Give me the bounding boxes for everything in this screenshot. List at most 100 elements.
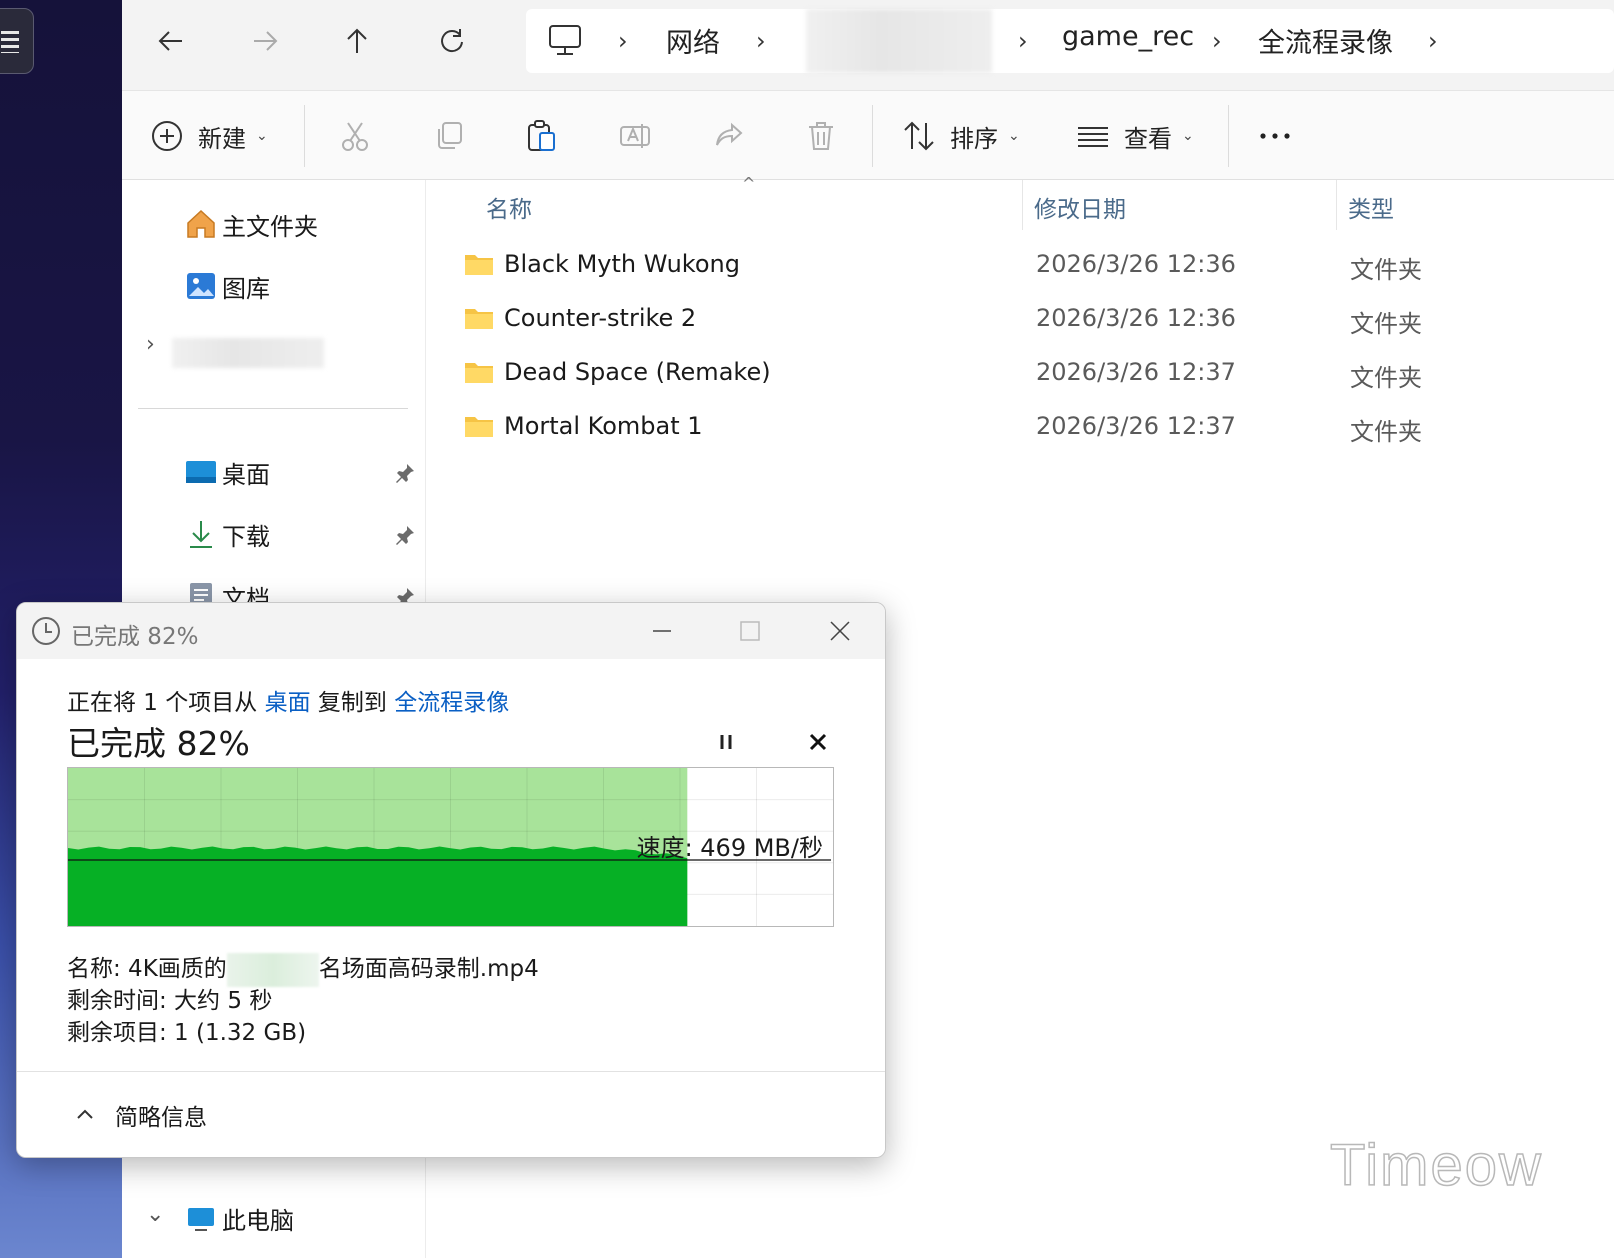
sidebar-label: 主文件夹 (222, 212, 318, 241)
file-name-text: 名场面高码录制.mp4 (318, 956, 539, 982)
up-button[interactable] (334, 18, 380, 64)
file-type: 文件夹 (1350, 364, 1422, 392)
file-date: 2026/3/26 12:36 (1036, 304, 1236, 332)
desc-text: 复制到 (310, 690, 395, 716)
redacted-region (172, 338, 324, 368)
cut-button[interactable] (338, 111, 372, 161)
file-type: 文件夹 (1350, 310, 1422, 338)
folder-icon (465, 255, 493, 275)
transfer-speed-graph: 速度: 469 MB/秒 (67, 767, 834, 927)
view-button[interactable]: 查看 ⌄ (1076, 111, 1194, 161)
file-name-text: 名称: 4K画质的 (67, 956, 227, 982)
breadcrumb-current-folder[interactable]: 全流程录像 (1258, 21, 1393, 60)
close-button[interactable] (815, 611, 865, 651)
pin-icon[interactable] (394, 462, 416, 484)
file-name: Counter-strike 2 (504, 304, 697, 332)
share-icon (716, 122, 743, 146)
clock-icon (32, 617, 60, 645)
arrow-left-icon (158, 31, 182, 51)
clipboard-icon (528, 120, 555, 151)
chevron-right-icon: › (1018, 27, 1028, 55)
refresh-button[interactable] (428, 18, 474, 64)
chevron-down-icon: ⌄ (1182, 128, 1194, 144)
file-date: 2026/3/26 12:37 (1036, 412, 1236, 440)
file-type: 文件夹 (1350, 418, 1422, 446)
cancel-copy-button[interactable] (803, 727, 833, 757)
sidebar-item-this-pc[interactable]: 此电脑 (184, 1198, 294, 1238)
file-row[interactable]: Dead Space (Remake) 2026/3/26 12:37 文件夹 (426, 346, 1614, 400)
paste-button[interactable] (524, 111, 558, 161)
desktop-app-icon[interactable] (0, 8, 34, 74)
new-button[interactable]: 新建 ⌄ (150, 111, 268, 161)
column-header-type[interactable]: 类型 (1348, 190, 1394, 224)
gallery-icon (184, 269, 218, 303)
forward-button[interactable] (242, 18, 288, 64)
file-row[interactable]: Counter-strike 2 2026/3/26 12:36 文件夹 (426, 292, 1614, 346)
minimize-button[interactable] (637, 611, 687, 651)
dialog-footer: 简略信息 (17, 1071, 885, 1157)
download-icon (184, 517, 218, 551)
more-options-button[interactable] (1258, 111, 1292, 161)
column-header-name[interactable]: 名称 (486, 190, 532, 224)
maximize-icon (740, 621, 760, 641)
chevron-right-icon[interactable]: › (146, 332, 155, 357)
desktop-folder-icon (184, 455, 218, 489)
maximize-button[interactable] (725, 611, 775, 651)
fewer-details-button[interactable]: 简略信息 (73, 1098, 207, 1132)
delete-button[interactable] (804, 111, 838, 161)
file-name: Dead Space (Remake) (504, 358, 771, 386)
copy-progress-dialog: 已完成 82% 正在将 1 个项目从 桌面 复制到 全流程录像 已完成 82% … (16, 602, 886, 1158)
folder-icon (465, 363, 493, 383)
file-date: 2026/3/26 12:36 (1036, 250, 1236, 278)
sidebar-label: 下载 (222, 522, 270, 551)
destination-link[interactable]: 全流程录像 (394, 690, 509, 716)
computer-icon (184, 1201, 218, 1235)
toolbar-divider (872, 105, 873, 167)
file-date: 2026/3/26 12:37 (1036, 358, 1236, 386)
sidebar-item-home[interactable]: 主文件夹 (184, 204, 318, 244)
breadcrumb-game-rec[interactable]: game_rec (1062, 21, 1194, 52)
folder-icon (465, 309, 493, 329)
source-link[interactable]: 桌面 (265, 690, 311, 716)
file-row[interactable]: Black Myth Wukong 2026/3/26 12:36 文件夹 (426, 238, 1614, 292)
chevron-down-icon: ⌄ (1008, 128, 1020, 144)
pin-icon[interactable] (394, 524, 416, 546)
sort-button[interactable]: 排序 ⌄ (902, 111, 1020, 161)
file-row[interactable]: Mortal Kombat 1 2026/3/26 12:37 文件夹 (426, 400, 1614, 454)
back-button[interactable] (148, 18, 194, 64)
trash-icon (809, 122, 833, 150)
watermark: Timeow (1329, 1132, 1543, 1199)
dialog-title-bar[interactable]: 已完成 82% (17, 603, 885, 659)
chevron-down-icon[interactable]: ⌄ (146, 1202, 164, 1227)
copy-icon (438, 122, 462, 149)
folder-icon (465, 417, 493, 437)
column-separator[interactable] (1022, 180, 1023, 230)
column-header-date[interactable]: 修改日期 (1034, 190, 1126, 224)
rename-button[interactable] (618, 111, 652, 161)
sort-label: 排序 (950, 124, 998, 153)
sort-ascending-icon: ^ (742, 174, 756, 193)
refresh-icon (441, 29, 463, 53)
scissors-icon (342, 122, 368, 151)
arrow-up-icon (347, 28, 367, 53)
sidebar-item-gallery[interactable]: 图库 (184, 266, 270, 306)
sidebar-divider (138, 408, 408, 409)
sidebar-item-downloads[interactable]: 下载 (184, 514, 270, 554)
share-button[interactable] (712, 111, 746, 161)
speed-area (68, 846, 688, 926)
address-bar[interactable]: › 网络 › › game_rec › 全流程录像 › (526, 9, 1614, 73)
chevron-right-icon: › (1212, 27, 1222, 55)
toolbar-divider (1228, 105, 1229, 167)
chevron-down-icon: ⌄ (256, 128, 268, 144)
sidebar-item-desktop[interactable]: 桌面 (184, 452, 270, 492)
pause-button[interactable] (711, 727, 741, 757)
file-name: Black Myth Wukong (504, 250, 740, 278)
view-label: 查看 (1124, 124, 1172, 153)
copy-button[interactable] (432, 111, 466, 161)
breadcrumb-network[interactable]: 网络 (666, 21, 720, 60)
list-view-icon (1078, 127, 1108, 147)
sidebar-label: 图库 (222, 274, 270, 303)
column-separator[interactable] (1336, 180, 1337, 230)
sidebar-label: 桌面 (222, 460, 270, 489)
items-remaining: 剩余项目: 1 (1.32 GB) (67, 1020, 307, 1046)
